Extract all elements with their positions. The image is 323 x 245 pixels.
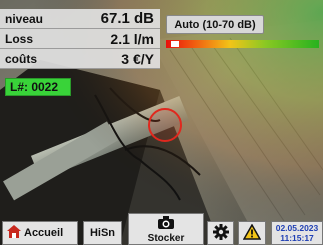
readings-panel: niveau 67.1 dB Loss 2.1 l/m coûts 3 €/Y xyxy=(0,9,160,69)
home-label: Accueil xyxy=(24,227,64,239)
level-reading: niveau 67.1 dB xyxy=(0,9,160,29)
loss-reading: Loss 2.1 l/m xyxy=(0,29,160,49)
level-bar xyxy=(166,40,319,48)
leak-id-badge[interactable]: L#: 0022 xyxy=(5,78,71,96)
date-text: 02.05.2023 xyxy=(275,223,319,233)
warning-icon xyxy=(242,222,262,243)
camera-screen: niveau 67.1 dB Loss 2.1 l/m coûts 3 €/Y … xyxy=(0,0,323,245)
level-label: niveau xyxy=(5,11,44,26)
gear-icon xyxy=(212,223,229,243)
warning-button[interactable] xyxy=(238,221,266,245)
loss-label: Loss xyxy=(5,31,34,46)
range-button[interactable]: Auto (10-70 dB) xyxy=(166,15,264,34)
level-value: 67.1 dB xyxy=(100,10,154,27)
store-button[interactable]: Stocker xyxy=(128,213,204,245)
target-circle xyxy=(148,108,182,142)
home-button[interactable]: Accueil xyxy=(2,221,78,245)
datetime-display: 02.05.2023 11:15:17 xyxy=(271,221,323,245)
cost-value: 3 €/Y xyxy=(121,50,154,67)
camera-icon xyxy=(158,216,174,232)
loss-value: 2.1 l/m xyxy=(110,30,154,47)
home-icon xyxy=(7,225,21,241)
cost-reading: coûts 3 €/Y xyxy=(0,49,160,69)
level-marker xyxy=(170,41,179,47)
time-text: 11:15:17 xyxy=(280,233,314,243)
cost-label: coûts xyxy=(5,51,38,66)
settings-button[interactable] xyxy=(207,221,234,245)
history-button[interactable]: HiSn xyxy=(83,221,122,245)
store-label: Stocker xyxy=(147,233,185,244)
